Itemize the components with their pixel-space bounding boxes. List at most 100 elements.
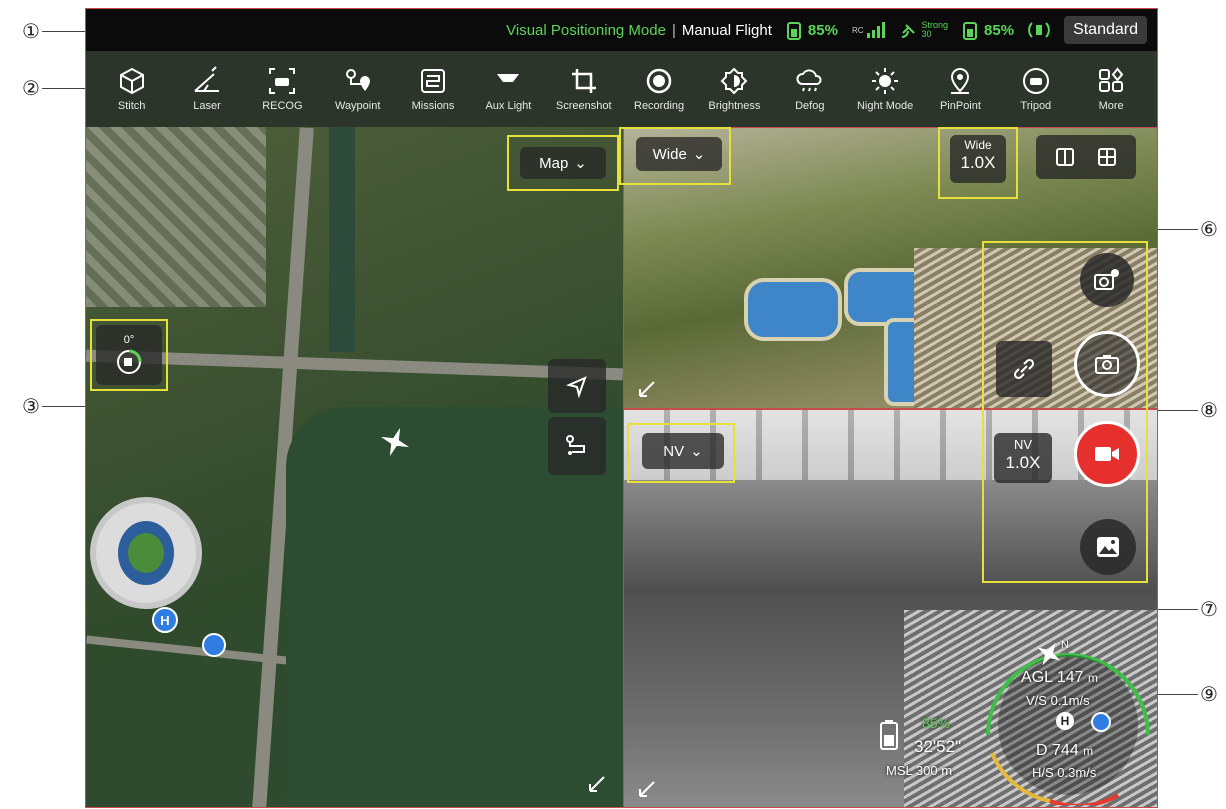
status-separator: | bbox=[671, 21, 676, 39]
tool-laser[interactable]: Laser bbox=[175, 66, 239, 112]
distance-readout: D 744 m bbox=[1036, 742, 1094, 759]
video-camera-icon bbox=[1095, 447, 1119, 461]
wide-lens-dropdown[interactable]: Wide ⌄ bbox=[636, 137, 722, 171]
drone-battery-status-icon bbox=[963, 22, 978, 40]
nv-lens-label: NV bbox=[663, 442, 685, 460]
tool-recog[interactable]: RECOG bbox=[250, 66, 314, 112]
link-icon bbox=[1013, 358, 1035, 380]
rc-battery[interactable]: 85% bbox=[786, 20, 838, 40]
aircraft-marker-icon bbox=[380, 427, 410, 457]
record-icon bbox=[646, 68, 672, 94]
wide-lens-label: Wide bbox=[652, 145, 687, 163]
status-bar: Visual Positioning Mode | Manual Flight … bbox=[86, 9, 1157, 51]
aux-light-icon bbox=[497, 74, 520, 82]
map-select-dropdown[interactable]: Map ⌄ bbox=[520, 147, 606, 179]
compass-angle: 0° bbox=[123, 334, 135, 346]
car-recog-icon bbox=[269, 68, 296, 94]
record-video-button[interactable] bbox=[1074, 421, 1140, 487]
gps-info: Strong 30 bbox=[921, 20, 949, 39]
camera-settings-icon bbox=[1094, 269, 1119, 290]
toolbar: Stitch Laser RECOG Waypoint Missions Aux… bbox=[86, 51, 1157, 127]
route-button[interactable] bbox=[548, 417, 606, 475]
chevron-down-icon: ⌄ bbox=[692, 146, 706, 163]
wide-zoom-value: 1.0X bbox=[960, 152, 996, 172]
tool-brightness[interactable]: Brightness bbox=[702, 66, 766, 112]
hs-readout: H/S 0.3m/s bbox=[1032, 765, 1097, 780]
tool-missions[interactable]: Missions bbox=[401, 66, 465, 112]
map-canal bbox=[329, 127, 355, 352]
link-lens-button[interactable] bbox=[996, 341, 1052, 397]
satellite-icon bbox=[901, 24, 915, 38]
callout-9: ⑨ bbox=[1200, 682, 1218, 706]
vs-readout: V/S 0.1m/s bbox=[1026, 693, 1090, 708]
tool-more[interactable]: More bbox=[1079, 66, 1143, 112]
route-icon bbox=[566, 435, 585, 455]
map-view[interactable]: Map ⌄ 0° H bbox=[86, 127, 624, 807]
navigation-arrow-icon bbox=[565, 376, 587, 398]
tool-screenshot[interactable]: Screenshot bbox=[552, 66, 616, 112]
callout-8: ⑧ bbox=[1200, 398, 1218, 422]
obstacle-sensing-icon[interactable] bbox=[1028, 19, 1050, 41]
callout-3: ③ bbox=[22, 394, 40, 418]
wide-zoom-lens: Wide bbox=[964, 138, 992, 152]
missions-icon bbox=[421, 69, 446, 93]
tool-aux-light[interactable]: Aux Light bbox=[476, 66, 540, 112]
drone-battery-value: 85% bbox=[984, 21, 1015, 39]
gps-status[interactable]: Strong 30 bbox=[900, 20, 949, 39]
waypoint-icon bbox=[345, 69, 370, 91]
rc-signal[interactable]: RC bbox=[852, 22, 886, 38]
rc-location-marker bbox=[202, 633, 226, 657]
home-point-marker: H bbox=[152, 607, 178, 633]
agl-readout: AGL 147 m bbox=[1021, 669, 1099, 686]
gallery-icon bbox=[1097, 537, 1119, 557]
tool-tripod[interactable]: Tripod bbox=[1004, 66, 1068, 112]
expand-nv-icon[interactable] bbox=[638, 780, 656, 798]
grid-view-icon bbox=[1098, 148, 1116, 166]
callout-6: ⑥ bbox=[1200, 217, 1218, 241]
wide-zoom-badge[interactable]: Wide 1.0X bbox=[950, 135, 1006, 183]
home-icon-hud: H bbox=[1056, 712, 1074, 730]
battery-percent-hud: 85% bbox=[922, 715, 951, 731]
callout-1: ① bbox=[22, 19, 40, 43]
tool-night-mode[interactable]: Night Mode bbox=[853, 66, 917, 112]
expand-map-icon[interactable] bbox=[588, 775, 606, 793]
msl-readout: MSL 300 m bbox=[886, 763, 953, 778]
crop-icon bbox=[571, 69, 596, 93]
tool-recording[interactable]: Recording bbox=[627, 66, 691, 112]
nv-lens-dropdown[interactable]: NV ⌄ bbox=[642, 433, 724, 469]
camera-direction-icon bbox=[117, 349, 142, 374]
rc-icon-hud bbox=[1091, 712, 1111, 732]
aircraft-heading-icon bbox=[1037, 642, 1061, 666]
pinpoint-icon bbox=[951, 68, 970, 94]
tool-waypoint[interactable]: Waypoint bbox=[326, 66, 390, 112]
tripod-icon bbox=[1022, 68, 1049, 94]
rc-battery-icon bbox=[786, 22, 801, 40]
callout-2: ② bbox=[22, 76, 40, 100]
split-view-icon bbox=[1056, 148, 1074, 166]
brightness-icon bbox=[721, 67, 748, 95]
expand-wide-icon[interactable] bbox=[638, 380, 656, 398]
defog-icon bbox=[796, 69, 822, 92]
flight-time-hud: 32'52" bbox=[914, 737, 962, 756]
flight-mode[interactable]: Manual Flight bbox=[682, 22, 772, 39]
layout-split-button[interactable] bbox=[1036, 135, 1136, 179]
tool-pinpoint[interactable]: PinPoint bbox=[928, 66, 992, 112]
night-mode-icon bbox=[872, 68, 899, 94]
camera-icon bbox=[1095, 355, 1119, 374]
map-select-label: Map bbox=[539, 154, 569, 172]
more-grid-icon bbox=[1099, 67, 1124, 92]
gallery-button[interactable] bbox=[1080, 519, 1136, 575]
tool-defog[interactable]: Defog bbox=[778, 66, 842, 112]
drone-battery[interactable]: 85% bbox=[962, 20, 1014, 40]
pond-1 bbox=[744, 278, 842, 341]
camera-settings-button[interactable] bbox=[1080, 253, 1134, 307]
tool-stitch[interactable]: Stitch bbox=[100, 66, 164, 112]
camera-direction-widget[interactable]: 0° bbox=[96, 325, 162, 385]
app-frame: Map ⌄ 0° H Wide ⌄ NV ⌄ Wide 1.0X NV 1.0X… bbox=[85, 8, 1158, 808]
positioning-mode[interactable]: Visual Positioning Mode bbox=[506, 22, 666, 39]
chevron-down-icon: ⌄ bbox=[690, 443, 703, 460]
shutter-button[interactable] bbox=[1074, 331, 1140, 397]
locate-button[interactable] bbox=[548, 359, 606, 413]
standard-mode-button[interactable]: Standard bbox=[1064, 16, 1147, 44]
north-indicator: N bbox=[1061, 639, 1069, 651]
